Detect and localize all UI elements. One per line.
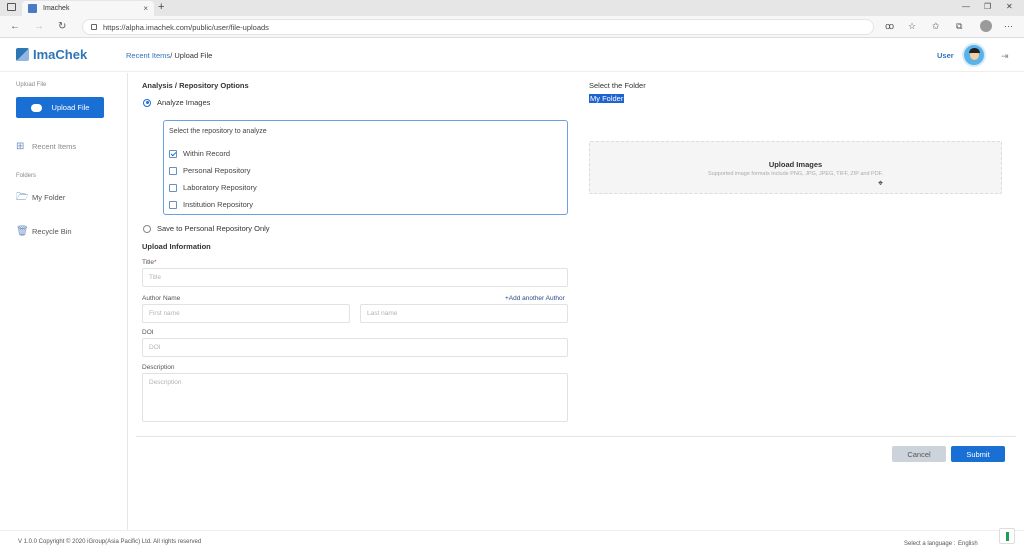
read-aloud-icon[interactable]: ꝏ: [885, 21, 894, 32]
checkbox-label: Within Record: [183, 149, 231, 158]
language-select[interactable]: English: [958, 541, 978, 547]
first-name-input[interactable]: [142, 304, 350, 323]
cancel-button[interactable]: Cancel: [892, 446, 946, 462]
window-close-button[interactable]: ✕: [1006, 2, 1013, 11]
minimize-button[interactable]: —: [962, 2, 970, 11]
favicon-icon: [28, 4, 37, 13]
title-input[interactable]: [142, 268, 568, 287]
logo-text: ImaChek: [33, 47, 88, 62]
title-label-text: Title: [142, 259, 155, 266]
dropzone-title: Upload Images: [768, 160, 823, 169]
add-author-label: Add another Author: [508, 295, 565, 302]
user-label[interactable]: User: [937, 51, 954, 60]
new-tab-button[interactable]: +: [158, 1, 164, 13]
language-label: Select a language :: [904, 541, 956, 547]
sidebar-item-recent-items[interactable]: ⊞ Recent Items: [16, 141, 77, 152]
radio-analyze-images[interactable]: Analyze Images: [143, 98, 210, 107]
logo[interactable]: ImaChek: [16, 47, 87, 62]
checkbox-label: Laboratory Repository: [183, 183, 257, 192]
checkbox-within-record[interactable]: Within Record: [169, 149, 230, 158]
user-avatar[interactable]: [962, 43, 986, 67]
title-label: Title*: [142, 259, 157, 266]
url-text: https://alpha.imachek.com/public/user/fi…: [103, 22, 269, 32]
breadcrumb: Recent Items/ Upload File: [126, 51, 212, 60]
tab-title: Imachek: [43, 5, 70, 12]
radio-save-personal[interactable]: Save to Personal Repository Only: [143, 224, 270, 233]
checkbox-icon: [169, 200, 177, 209]
sidebar: Upload File Upload File ⊞ Recent Items F…: [0, 73, 128, 530]
back-arrow-icon[interactable]: ←: [10, 21, 20, 32]
select-folder-title: Select the Folder: [589, 81, 646, 90]
upload-information-title: Upload Information: [142, 242, 211, 251]
description-textarea[interactable]: [142, 373, 568, 422]
feedback-icon[interactable]: [999, 528, 1015, 544]
logo-icon: [16, 48, 29, 61]
submit-button[interactable]: Submit: [951, 446, 1005, 462]
window-menu-icon[interactable]: [7, 3, 16, 11]
analysis-title: Analysis / Repository Options: [142, 81, 249, 90]
copyright-text: V 1.0.0 Copyright © 2020 iGroup(Asia Pac…: [18, 539, 202, 545]
radio-unselected-icon: [143, 224, 151, 233]
mouse-cursor-icon: ⌖: [878, 178, 884, 188]
checkbox-icon: [169, 166, 177, 175]
sidebar-item-recycle-bin[interactable]: 🗑 Recycle Bin: [16, 226, 72, 237]
add-author-link[interactable]: +Add another Author: [505, 295, 565, 302]
browser-tab-bar: Imachek × + — ❐ ✕: [0, 0, 1024, 16]
refresh-icon[interactable]: ↻: [58, 21, 66, 32]
required-marker: *: [154, 259, 157, 266]
grid-icon: ⊞: [16, 141, 25, 152]
checkbox-label: Personal Repository: [183, 166, 251, 175]
folder-icon: 🗁: [16, 192, 29, 203]
sidebar-item-my-folder[interactable]: 🗁 My Folder: [16, 192, 66, 203]
favorite-star-icon[interactable]: ☆: [908, 21, 916, 32]
checkbox-laboratory-repository[interactable]: Laboratory Repository: [169, 183, 257, 192]
description-label: Description: [142, 364, 175, 371]
restore-button[interactable]: ❐: [984, 2, 991, 11]
app-header: ImaChek Recent Items/ Upload File User ⇥: [0, 38, 1024, 72]
address-bar-row: ← → ↻ https://alpha.imachek.com/public/u…: [0, 16, 1024, 38]
checkbox-label: Institution Repository: [183, 200, 254, 209]
upload-file-label: Upload File: [51, 103, 90, 112]
doi-input[interactable]: [142, 338, 568, 357]
url-field[interactable]: https://alpha.imachek.com/public/user/fi…: [82, 19, 874, 35]
radio-label: Save to Personal Repository Only: [157, 224, 270, 233]
last-name-input[interactable]: [360, 304, 568, 323]
radio-selected-icon: [143, 98, 151, 107]
forward-arrow-icon[interactable]: →: [34, 21, 44, 32]
favorites-icon[interactable]: ✩: [932, 21, 940, 32]
checkbox-checked-icon: [169, 149, 177, 158]
form-divider: [136, 436, 1016, 437]
logout-icon[interactable]: ⇥: [1001, 51, 1009, 62]
folders-label: Folders: [16, 173, 37, 179]
cloud-upload-icon: [30, 103, 42, 112]
sidebar-item-label: My Folder: [32, 193, 66, 202]
upload-images-dropzone[interactable]: Upload Images Supported image formats in…: [589, 141, 1002, 194]
avatar-hair: [969, 48, 980, 53]
repository-panel: Select the repository to analyze Within …: [163, 120, 568, 215]
footer: V 1.0.0 Copyright © 2020 iGroup(Asia Pac…: [0, 528, 1024, 553]
breadcrumb-recent-items[interactable]: Recent Items: [126, 51, 170, 60]
profile-icon[interactable]: [980, 20, 992, 32]
checkbox-personal-repository[interactable]: Personal Repository: [169, 166, 251, 175]
sidebar-item-label: Recent Items: [32, 142, 77, 151]
breadcrumb-current: / Upload File: [170, 51, 213, 60]
selected-folder[interactable]: My Folder: [589, 94, 625, 103]
browser-tab[interactable]: Imachek ×: [22, 1, 154, 16]
repository-panel-header: Select the repository to analyze: [169, 128, 267, 135]
lock-icon: [91, 24, 97, 30]
upload-section-label: Upload File: [16, 82, 47, 88]
upload-file-button[interactable]: Upload File: [16, 97, 104, 118]
trash-icon: 🗑: [16, 226, 29, 237]
radio-label: Analyze Images: [157, 98, 211, 107]
doi-label: DOI: [142, 329, 154, 336]
checkbox-icon: [169, 183, 177, 192]
sidebar-item-label: Recycle Bin: [32, 227, 72, 236]
dropzone-subtitle: Supported image formats include PNG, JPG…: [708, 171, 883, 177]
more-menu-icon[interactable]: ⋯: [1004, 21, 1013, 32]
tab-close-icon[interactable]: ×: [143, 4, 148, 13]
checkbox-institution-repository[interactable]: Institution Repository: [169, 200, 253, 209]
collections-icon[interactable]: ⧉: [956, 21, 962, 32]
author-name-label: Author Name: [142, 295, 181, 302]
